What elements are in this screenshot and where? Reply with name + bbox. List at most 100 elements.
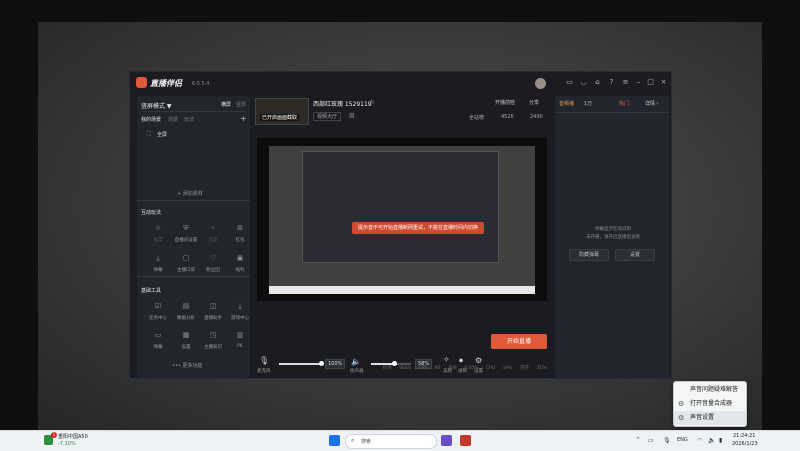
tab-scenes[interactable]: 场景 — [168, 116, 178, 123]
settings-icon[interactable]: ▦ — [181, 330, 191, 340]
app-taskbar-icon[interactable] — [441, 435, 452, 446]
speaker-icon[interactable]: 🔈 — [351, 357, 361, 366]
vote-icon[interactable]: ⊕ — [153, 223, 163, 233]
thumbnail-label: 已开启画面截取 — [260, 114, 300, 121]
menu-sound-settings[interactable]: ⚙ 声音设置 — [674, 411, 746, 425]
portrait-toggle[interactable]: 竖屏 — [236, 101, 246, 108]
barrage-icon[interactable]: ▭ — [153, 330, 163, 340]
search-box[interactable]: ⌕ 搜索 — [345, 434, 437, 449]
windows-taskbar: 1 重阳中国A50 -7.10% ⌕ 搜索 ^ ▭ 🎙 ENG ◠ 🔈 ▮ 21… — [0, 430, 800, 451]
streaming-app-taskbar-icon[interactable] — [460, 435, 471, 446]
pre-check-button[interactable]: 开播前检 — [495, 99, 515, 106]
game-icon[interactable]: ⤓ — [235, 301, 245, 311]
tab-play[interactable]: 玩法 — [184, 116, 194, 123]
clock-date[interactable]: 2026/1/23 — [732, 441, 758, 447]
shield-icon[interactable]: ⛨ — [181, 223, 191, 233]
network-icon[interactable]: ▭ — [648, 437, 654, 444]
headset-icon[interactable]: ◡ — [579, 78, 588, 87]
status-dropped: 丢帧 0.00% — [447, 366, 479, 371]
gift-icon[interactable]: ⊞ — [235, 223, 245, 233]
mode-dropdown[interactable]: 竖屏模式 ▼ — [141, 101, 172, 110]
menu-icon[interactable]: ≡ — [621, 78, 630, 87]
viewer-count: 2490 — [530, 114, 543, 120]
link-icon[interactable]: ⚭ — [208, 223, 218, 233]
interactive-label: 弹幕 — [153, 268, 163, 273]
language-indicator[interactable]: ENG — [677, 437, 688, 443]
room-title: 西部红玫瑰 1529119 — [313, 101, 372, 108]
image-icon[interactable]: ▨ — [349, 112, 355, 119]
interactive-label: 连麦 — [208, 238, 218, 243]
download-icon[interactable]: ⤓ — [153, 253, 163, 263]
tool-label: 直播助手 — [204, 316, 222, 321]
live-preview[interactable]: 提示音不可开始直播断网重试，不能在直播时间内切换 — [257, 138, 547, 301]
windows-start-icon[interactable] — [329, 435, 340, 446]
mic-icon[interactable]: 🎙 — [259, 356, 269, 365]
mic-slider[interactable] — [279, 363, 321, 365]
pk-icon[interactable]: ▥ — [235, 330, 245, 340]
notification-badge: 1 — [51, 432, 57, 438]
interactive-label: 主播口袋 — [177, 268, 195, 273]
close-icon[interactable]: × — [659, 78, 668, 87]
clock-time[interactable]: 21:24:21 — [733, 433, 755, 439]
barrage-settings-button[interactable]: 设置 — [615, 249, 655, 261]
add-scene-button[interactable]: + — [240, 114, 247, 123]
app-logo-icon — [136, 77, 147, 88]
scene-item[interactable]: 全屏 — [157, 131, 167, 138]
tool-label: 数据分析 — [177, 316, 195, 321]
knowledge-icon[interactable]: ◳ — [208, 330, 218, 340]
mic-volume[interactable]: 100% — [325, 359, 346, 369]
menu-troubleshoot[interactable]: 声音问题疑难解答 — [674, 383, 746, 397]
stock-name[interactable]: 重阳中国A50 — [58, 433, 88, 440]
minimize-icon[interactable]: – — [634, 78, 643, 87]
more-functions-button[interactable]: ••• 更多功能 — [172, 362, 202, 369]
menu-item-label: 声音设置 — [690, 414, 715, 421]
volume-icon[interactable]: 🔈 — [708, 437, 715, 444]
scene-thumbnail[interactable]: 已开启画面截取 — [255, 98, 309, 125]
shirt-icon[interactable]: ⌂ — [593, 78, 602, 87]
hide-barrage-button[interactable]: 隐藏弹幕 — [569, 249, 609, 261]
avatar[interactable] — [535, 78, 546, 89]
mic-slider-fill — [279, 363, 321, 365]
fullscreen-icon: ⛶ — [147, 131, 151, 137]
rank-badge[interactable]: 全站榜 — [469, 114, 484, 121]
divider — [137, 276, 250, 277]
task-icon[interactable]: ☑ — [153, 301, 163, 311]
tool-label: PK — [237, 344, 243, 349]
ad-icon[interactable]: ▤ — [181, 301, 191, 311]
chevron-up-icon[interactable]: ^ — [636, 437, 640, 443]
divider — [137, 200, 250, 201]
hot-badge: 热门 — [619, 101, 630, 107]
assistant-icon[interactable]: ◫ — [208, 301, 218, 311]
mic-label: 麦克风 — [257, 369, 271, 374]
detail-link[interactable]: 详情 › — [645, 100, 659, 107]
wifi-icon[interactable]: ◠ — [697, 437, 702, 444]
add-material-button[interactable]: + 添加素材 — [177, 190, 203, 197]
chat-icon[interactable]: ▭ — [565, 78, 574, 87]
pocket-icon[interactable]: ▢ — [181, 253, 191, 263]
status-fps: FPS 60 — [419, 366, 441, 371]
status-cpu: CPU 19% — [486, 366, 513, 371]
battery-icon[interactable]: ▮ — [719, 437, 722, 444]
empty-hint-2: 未开播，请开启直播后查看 — [586, 235, 640, 240]
mic-slider-knob[interactable] — [319, 361, 324, 366]
maximize-icon[interactable]: □ — [646, 78, 655, 87]
heart-icon[interactable]: ♡ — [208, 253, 218, 263]
landscape-toggle[interactable]: 横屏 — [221, 101, 231, 108]
mixer-icon: ⚙ — [678, 400, 685, 408]
room-tag[interactable]: 视频大厅 — [313, 112, 342, 121]
beauty-icon[interactable]: ✧ — [443, 355, 450, 364]
menu-volume-mixer[interactable]: ⚙ 打开音量合成器 — [674, 397, 746, 411]
status-bitrate: 码率 0kb/s — [383, 366, 412, 371]
captured-app-window — [302, 151, 499, 263]
tab-my-scenes[interactable]: 我的场景 — [141, 116, 161, 123]
share-button[interactable]: 分享 — [529, 99, 539, 106]
title-bar[interactable]: 直播伴侣 6.5.5.4 ▭ ◡ ⌂ ? ≡ – □ × — [130, 72, 671, 94]
help-icon[interactable]: ? — [607, 78, 616, 87]
calendar-icon[interactable]: ▣ — [235, 253, 245, 263]
speaker-label: 扬声器 — [350, 369, 364, 374]
edit-icon[interactable]: ✎ — [370, 99, 375, 106]
start-live-button[interactable]: 开始直播 — [491, 334, 547, 349]
search-icon: ⌕ — [351, 437, 355, 444]
mic-tray-icon[interactable]: 🎙 — [663, 437, 671, 444]
gear-icon[interactable]: ⚙ — [475, 356, 482, 365]
